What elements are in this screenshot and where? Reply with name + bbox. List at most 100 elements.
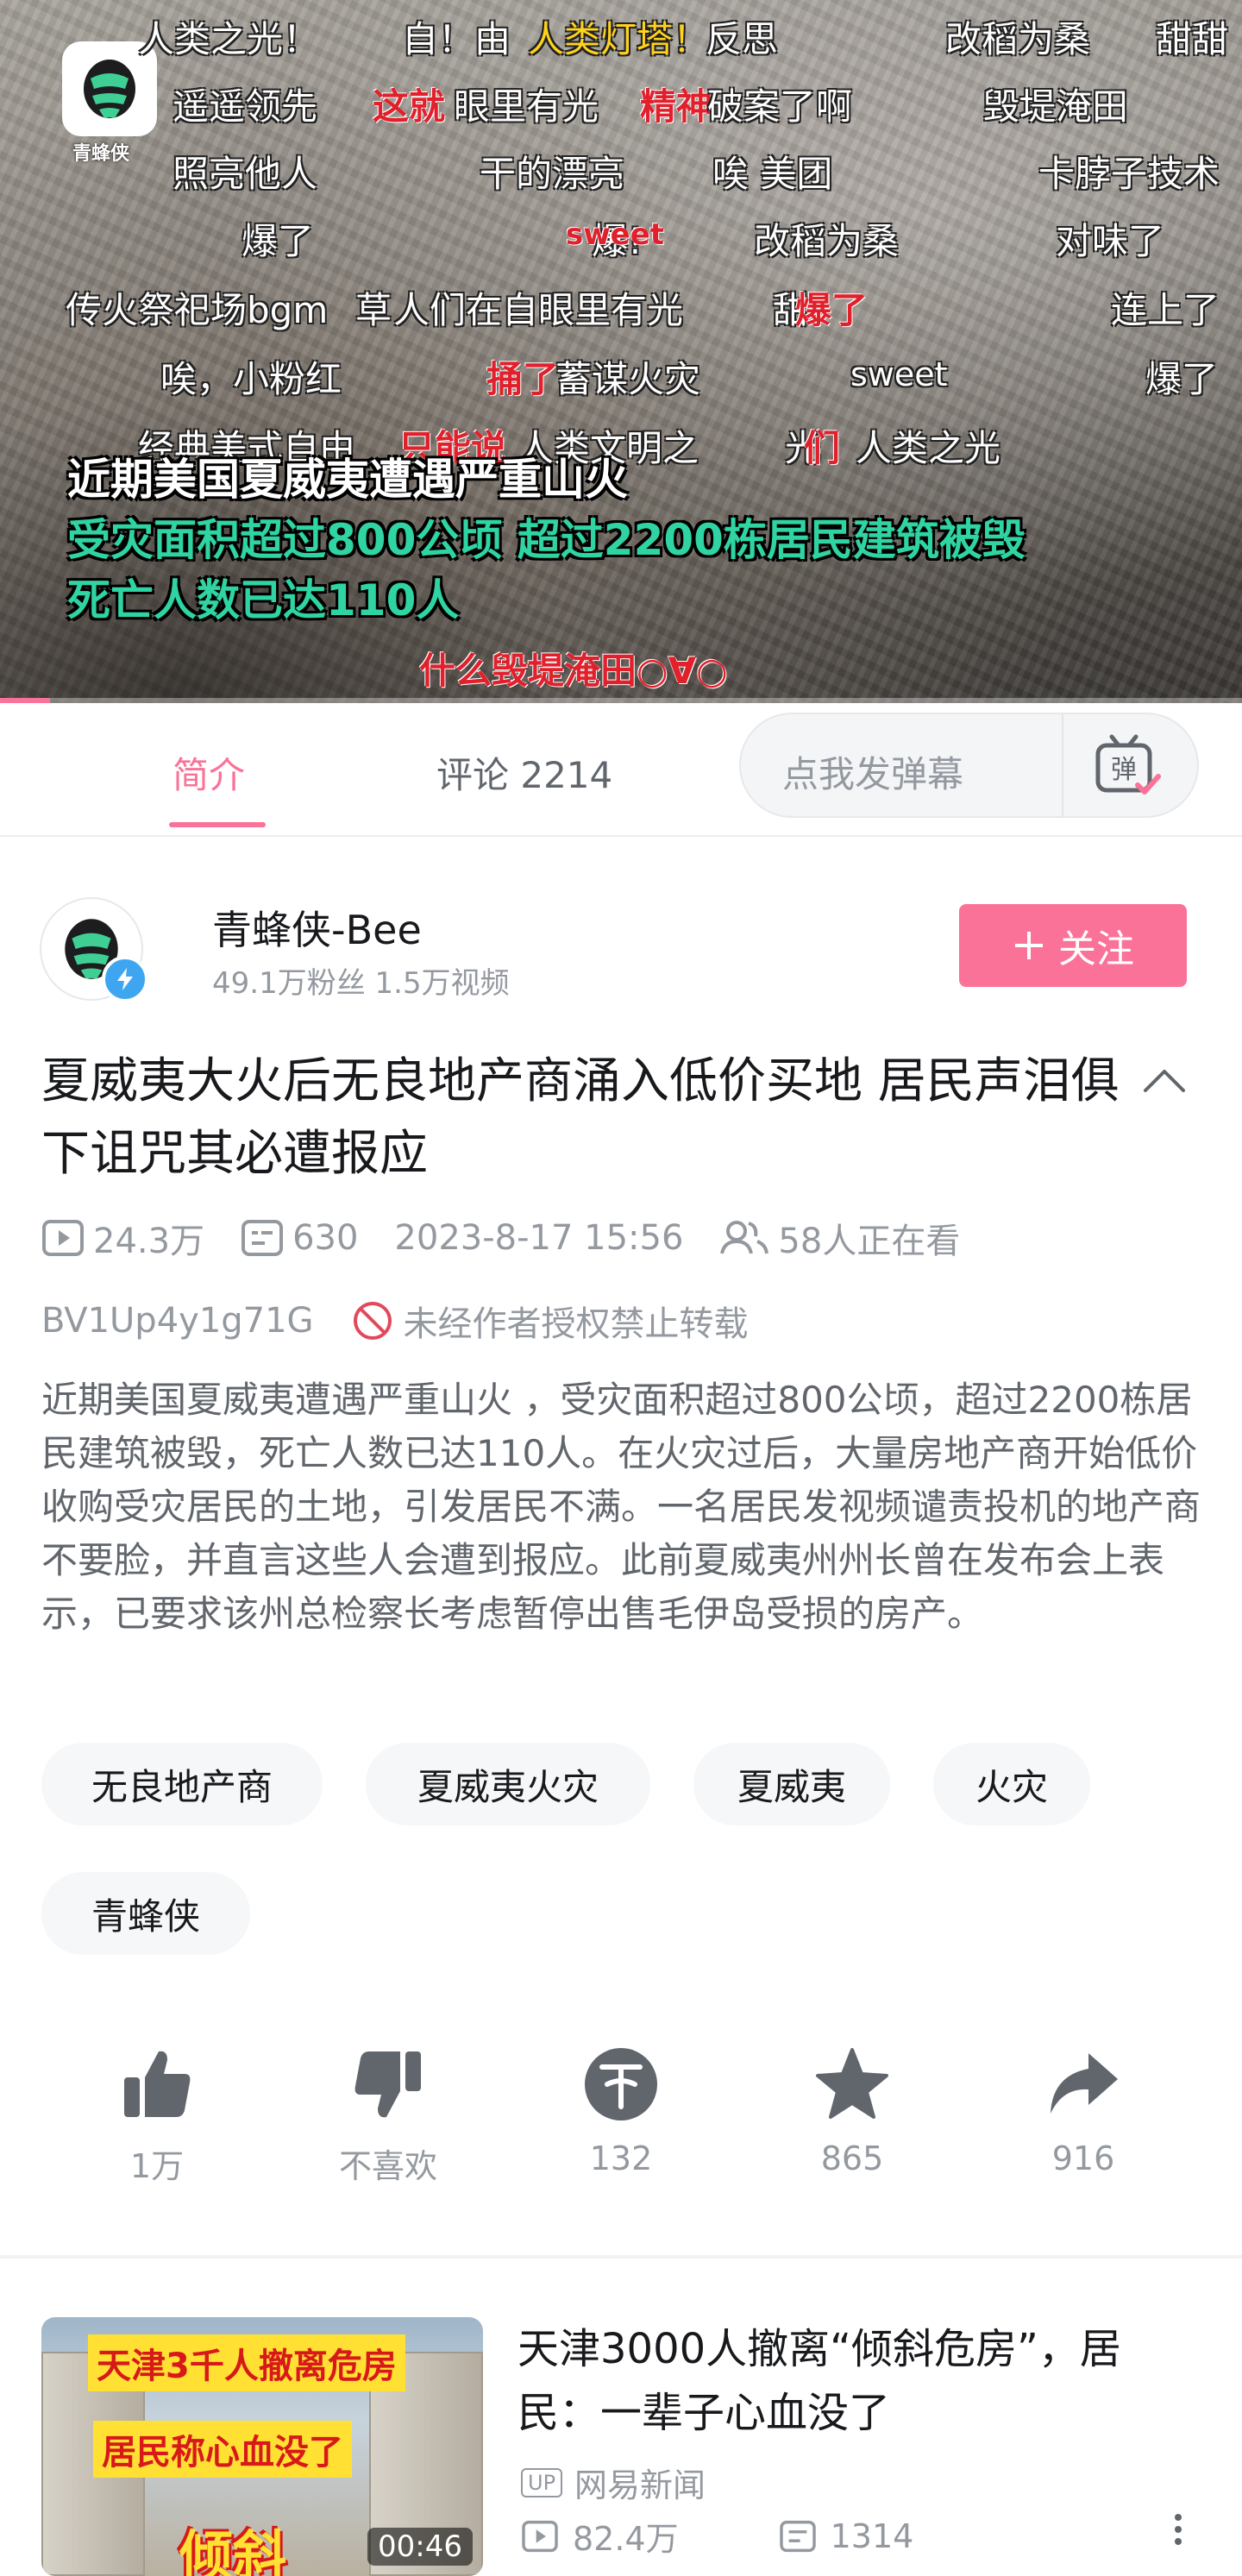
uploader-stats: 49.1万粉丝 1.5万视频 (212, 966, 510, 1001)
thumb-up-icon (124, 2051, 191, 2117)
danmaku: 人类之光 (856, 427, 1001, 469)
plus-icon (1015, 932, 1043, 959)
tag-chip[interactable]: 无良地产商 (41, 1743, 323, 1825)
danmaku: 人们在自眼里有光 (393, 289, 684, 331)
danmaku: 唉 美团 (712, 153, 833, 195)
subtitle-line-3: 死亡人数已达110人 (67, 575, 460, 625)
hornet-logo-icon (84, 60, 135, 118)
danmaku: 草 (355, 289, 392, 331)
danmaku: 蓄谋火灾 (555, 358, 701, 400)
video-duration: 00:46 (367, 2528, 473, 2566)
chevron-up-icon[interactable] (1140, 1063, 1189, 1097)
video-player[interactable]: 青蜂侠 人类之光！ 自！由 人类灯塔！ 反思 改稻为桑 甜甜 遥遥领先 这就 眼… (0, 0, 1242, 703)
danmaku-input[interactable]: 点我发弹幕 弹 (739, 713, 1199, 818)
coin-icon (585, 2048, 657, 2120)
recommended-views: 82.4万 (573, 2520, 679, 2558)
recommended-title[interactable]: 天津3000人撤离“倾斜危房”，居民：一辈子心血没了 (518, 2317, 1173, 2445)
danmaku: 人类灯塔！ (528, 18, 710, 60)
favorite-count: 865 (820, 2139, 884, 2177)
danmaku-toggle-label: 弹 (1111, 755, 1137, 785)
share-button[interactable]: 916 (1023, 2045, 1144, 2177)
danmaku: 毁堤淹田 (983, 85, 1129, 128)
recommended-uploader-name: 网易新闻 (574, 2466, 706, 2504)
thumbnail-caption: 居民称心血没了 (93, 2421, 352, 2478)
tag-chip[interactable]: 夏威夷 (693, 1743, 890, 1825)
danmaku: 连上了 (1111, 289, 1220, 331)
danmaku: 改稻为桑 (945, 18, 1091, 60)
bvid: BV1Up4y1g71G (41, 1301, 314, 1341)
publish-date: 2023-8-17 15:56 (394, 1218, 684, 1258)
danmaku: 们 (804, 427, 841, 469)
play-count-icon (42, 1220, 84, 1256)
danmaku: 改稻为桑 (754, 220, 900, 262)
dislike-label: 不喜欢 (338, 2147, 437, 2185)
follow-button[interactable]: 关注 (959, 904, 1187, 987)
coin-button[interactable]: 132 (561, 2045, 681, 2177)
dislike-button[interactable]: 不喜欢 (328, 2045, 448, 2187)
danmaku: 捅了 (486, 358, 560, 400)
danmaku: 爆了 (1145, 358, 1219, 400)
danmaku: 眼里有光 (454, 85, 599, 128)
danmaku: 爆了 (242, 220, 315, 262)
danmaku: 破案了啊 (707, 85, 853, 128)
channel-logo-caption: 青蜂侠 (72, 143, 130, 165)
danmaku: sweet (566, 217, 665, 252)
favorite-button[interactable]: 865 (792, 2045, 913, 2177)
danmaku-count-icon (779, 2520, 816, 2552)
danmaku-input-placeholder: 点我发弹幕 (782, 753, 964, 795)
share-count: 916 (1051, 2139, 1115, 2177)
tag-chip[interactable]: 夏威夷火灾 (366, 1743, 650, 1825)
danmaku: 什么毁堤淹田○∀○ (419, 650, 728, 692)
danmaku: 甜甜 (1156, 18, 1229, 60)
verified-badge-icon (102, 956, 148, 1002)
bvid-row: BV1Up4y1g71G 未经作者授权禁止转载 (41, 1299, 749, 1344)
danmaku: 反思 (706, 18, 779, 60)
more-options-icon[interactable] (1170, 2512, 1187, 2547)
star-icon (816, 2048, 888, 2119)
viewers-icon (720, 1221, 769, 1254)
video-meta: 24.3万 630 2023-8-17 15:56 58人正在看 (41, 1216, 996, 1261)
thumbnail-caption: 天津3千人撤离危房 (88, 2334, 405, 2391)
tag-chip[interactable]: 青蜂侠 (41, 1872, 250, 1955)
danmaku: sweet (850, 355, 948, 393)
danmaku: 精神 (640, 85, 713, 128)
tab-comments[interactable]: 评论 2214 (436, 746, 612, 799)
danmaku: 这就 (373, 85, 446, 128)
divider (1062, 714, 1063, 816)
danmaku: 干的漂亮 (480, 153, 625, 195)
coin-count: 132 (589, 2139, 653, 2177)
video-title: 夏威夷大火后无良地产商涌入低价买地 居民声泪俱下诅咒其必遭报应 (41, 1053, 1120, 1182)
repost-notice: 未经作者授权禁止转载 (403, 1304, 749, 1344)
watching-count: 58人正在看 (778, 1222, 961, 1261)
danmaku: 对味了 (1056, 220, 1165, 262)
danmaku-count: 630 (292, 1218, 359, 1258)
danmaku: 遥遥领先 (172, 85, 318, 128)
up-badge: UP (521, 2467, 563, 2497)
share-icon (1051, 2053, 1118, 2114)
uploader-name[interactable]: 青蜂侠-Bee (212, 899, 422, 956)
danmaku: 照亮他人 (172, 153, 318, 195)
thumbnail-caption: 倾斜 (179, 2524, 287, 2576)
danmaku: 人类之光！ (138, 18, 320, 60)
recommended-thumbnail[interactable]: 天津3千人撤离危房 居民称心血没了 倾斜 00:46 (41, 2317, 483, 2576)
danmaku-count-icon (242, 1220, 284, 1256)
play-count-icon (522, 2520, 558, 2552)
recommended-stats: 82.4万 1314 (521, 2512, 913, 2560)
danmaku: 自！由 (402, 18, 511, 60)
no-repost-icon (353, 1302, 392, 1340)
like-button[interactable]: 1万 (97, 2045, 217, 2187)
danmaku-toggle-icon[interactable]: 弹 (1093, 733, 1162, 802)
video-description: 近期美国夏威夷遭遇严重山火 ，受灾面积超过800公顷，超过2200栋居民建筑被毁… (41, 1379, 1201, 1635)
subtitle-line-2: 受灾面积超过800公顷 超过2200栋居民建筑被毁 (67, 515, 1026, 565)
tag-chip[interactable]: 火灾 (933, 1743, 1090, 1825)
view-count: 24.3万 (93, 1222, 205, 1261)
danmaku: 爆了 (795, 289, 869, 331)
tab-intro[interactable]: 简介 (172, 746, 245, 799)
danmaku: 唉，小粉红 (160, 358, 342, 400)
subtitle-line-1: 近期美国夏威夷遭遇严重山火 (67, 455, 628, 505)
section-divider (0, 2255, 1242, 2259)
danmaku: 传火祭祀场bgm (66, 289, 329, 331)
danmaku: 卡脖子技术 (1038, 153, 1220, 195)
thumb-down-icon (354, 2051, 421, 2118)
recommended-uploader: UP 网易新闻 (521, 2459, 706, 2506)
